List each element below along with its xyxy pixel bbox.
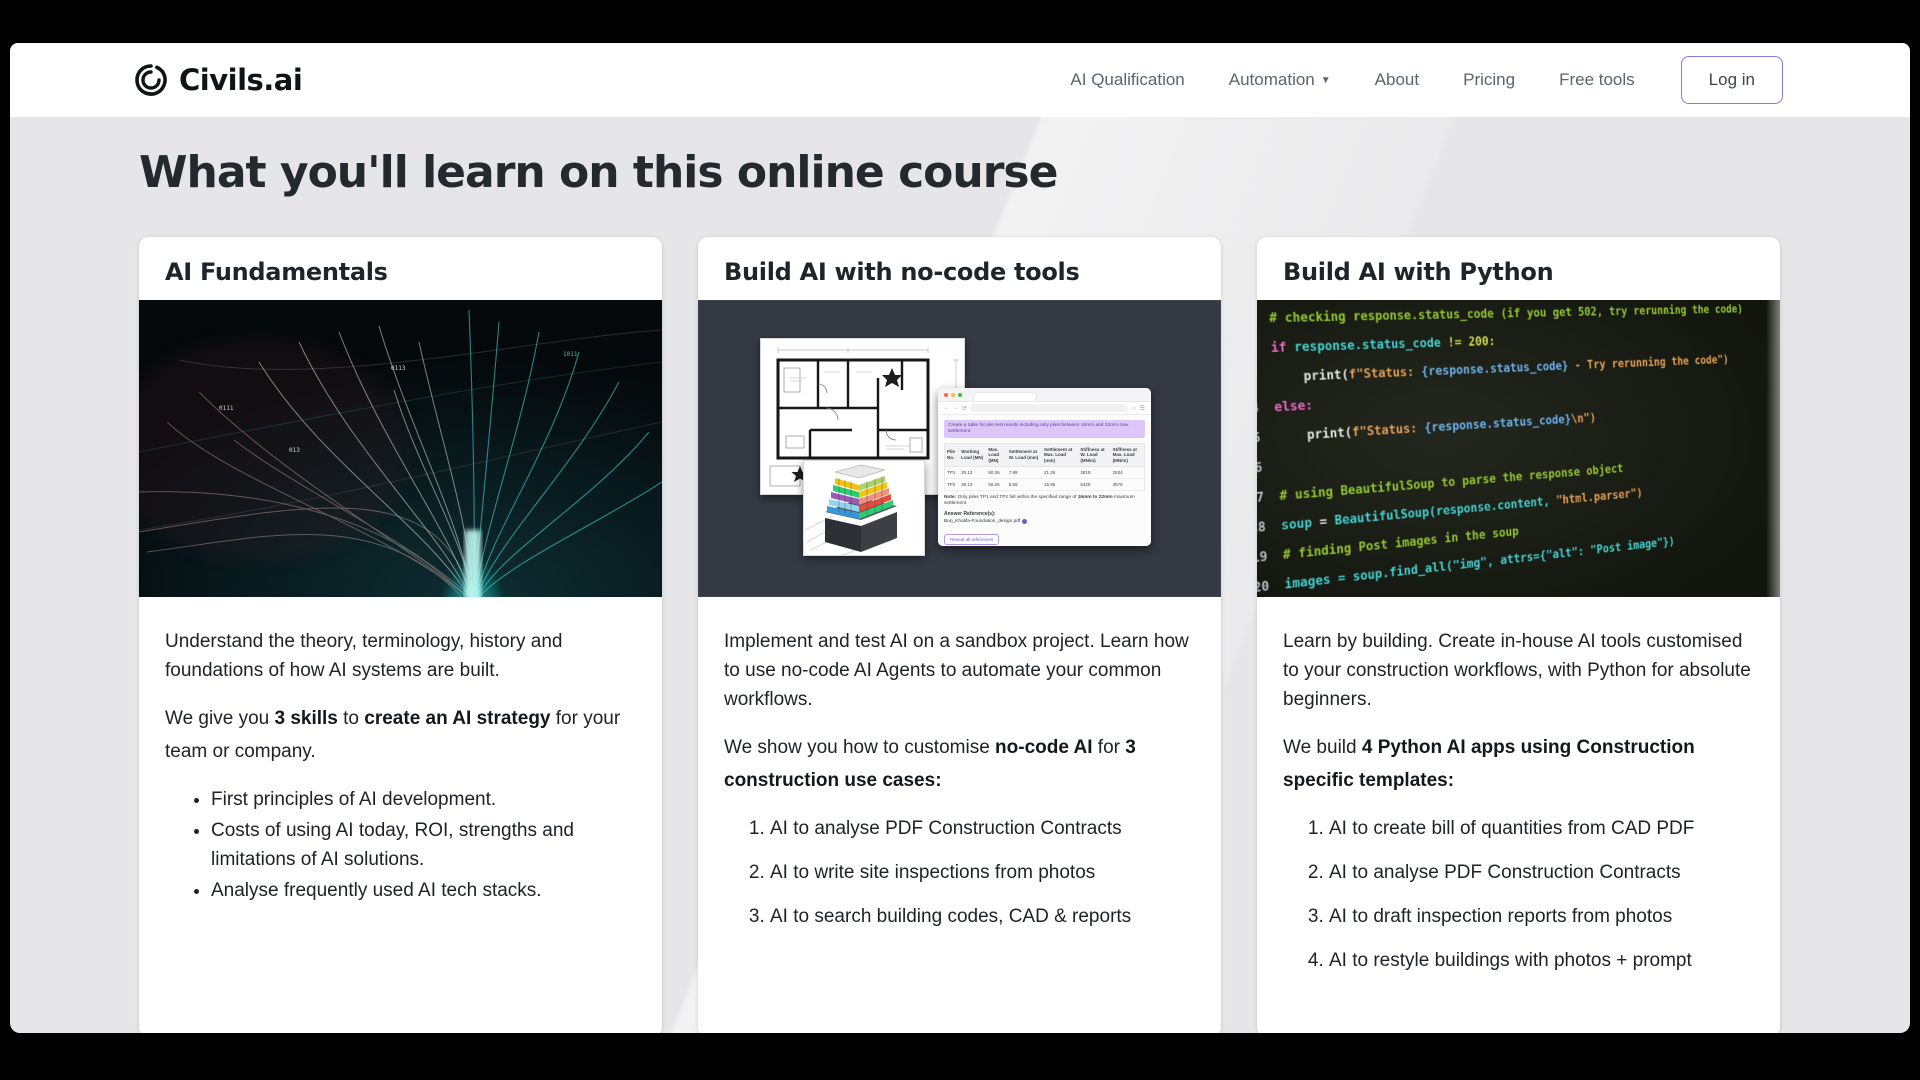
card-paragraph: Implement and test AI on a sandbox proje… xyxy=(724,627,1195,714)
brand-logo[interactable]: Civils.ai xyxy=(133,62,302,98)
back-icon: ← xyxy=(944,405,950,411)
svg-text:013: 013 xyxy=(289,447,300,454)
main-content: What you'll learn on this online course … xyxy=(10,143,1910,1033)
nav-item-free-tools[interactable]: Free tools xyxy=(1559,70,1635,90)
card-paragraph: We show you how to customise no-code AI … xyxy=(724,731,1195,797)
browser-viewport: Civils.ai AI Qualification Automation▼ A… xyxy=(10,43,1910,1033)
browser-tab xyxy=(973,392,1037,401)
ai-app-browser-mockup: ← → ⟳ ☆ ☰ Create a table for pile test r… xyxy=(938,388,1151,546)
card-ai-fundamentals: AI Fundamentals xyxy=(139,237,662,1033)
navbar: Civils.ai AI Qualification Automation▼ A… xyxy=(10,43,1910,117)
login-button[interactable]: Log in xyxy=(1681,56,1783,104)
minimize-window-icon xyxy=(951,393,955,397)
prompt-bar: Create a table for pile test results inc… xyxy=(944,420,1145,438)
list-item: AI to analyse PDF Construction Contracts xyxy=(770,814,1195,843)
card-paragraph: We build 4 Python AI apps using Construc… xyxy=(1283,731,1754,797)
card-title: Build AI with Python xyxy=(1283,258,1754,286)
list-item: AI to analyse PDF Construction Contracts xyxy=(1329,858,1754,887)
list-item: AI to create bill of quantities from CAD… xyxy=(1329,814,1754,843)
svg-text:0111: 0111 xyxy=(219,405,234,412)
svg-text:1011: 1011 xyxy=(563,351,578,358)
nav-item-about[interactable]: About xyxy=(1375,70,1419,90)
url-bar xyxy=(970,404,1128,412)
reference-file: Burj_Khalifa-Foundation_design.pdf xyxy=(944,519,1145,524)
course-cards: AI Fundamentals xyxy=(139,237,1910,1033)
use-cases-list: AI to analyse PDF Construction Contracts… xyxy=(724,814,1195,931)
list-item: AI to search building codes, CAD & repor… xyxy=(770,902,1195,931)
card-python: Build AI with Python 10nse = requests.ge… xyxy=(1257,237,1780,1033)
list-item: First principles of AI development. xyxy=(211,785,636,814)
chevron-down-icon: ▼ xyxy=(1321,75,1331,86)
page-title: What you'll learn on this online course xyxy=(139,143,1910,203)
brand-name: Civils.ai xyxy=(179,63,302,97)
nav-item-ai-qualification[interactable]: AI Qualification xyxy=(1070,70,1184,90)
answer-references-label: Answer Reference(s): xyxy=(944,511,1145,517)
menu-icon: ☰ xyxy=(1140,405,1145,412)
card-paragraph: Learn by building. Create in-house AI to… xyxy=(1283,627,1754,714)
no-code-collage-image: ← → ⟳ ☆ ☰ Create a table for pile test r… xyxy=(698,300,1221,597)
pile-results-table: Pile No. Working Load (MN) Max. Load (MN… xyxy=(944,443,1145,491)
python-code-image: 10nse = requests.get(url) # load from th… xyxy=(1257,300,1780,597)
card-title: Build AI with no-code tools xyxy=(724,258,1195,286)
bim-model-sheet xyxy=(803,460,925,556)
table-row: TP2 30.13 60.26 5.55 16.85 5429 3576 xyxy=(945,478,1145,490)
answer-note: Note: Only piles TP1 and TP2 fall within… xyxy=(944,495,1145,508)
maximize-window-icon xyxy=(958,393,962,397)
svg-text:0113: 0113 xyxy=(391,365,406,372)
card-paragraph: We give you 3 skills to create an AI str… xyxy=(165,702,636,768)
star-icon: ☆ xyxy=(1131,405,1136,412)
reveal-references-button: Reveal all references xyxy=(944,534,999,545)
forward-icon: → xyxy=(953,405,959,411)
list-item: AI to draft inspection reports from phot… xyxy=(1329,902,1754,931)
list-item: AI to restyle buildings with photos + pr… xyxy=(1329,946,1754,975)
card-no-code-tools: Build AI with no-code tools xyxy=(698,237,1221,1033)
ai-strands-image: 0111 0113 1011 013 xyxy=(139,300,662,597)
close-window-icon xyxy=(944,393,948,397)
list-item: AI to write site inspections from photos xyxy=(770,858,1195,887)
civils-swirl-icon xyxy=(133,62,169,98)
card-paragraph: Understand the theory, terminology, hist… xyxy=(165,627,636,685)
list-item: Costs of using AI today, ROI, strengths … xyxy=(211,816,636,874)
pdf-badge-icon xyxy=(1022,519,1027,524)
table-row: TP1 30.13 60.26 7.89 21.26 3819 2834 xyxy=(945,466,1145,478)
nav-links: AI Qualification Automation▼ About Prici… xyxy=(1070,70,1634,90)
skills-list: First principles of AI development. Cost… xyxy=(165,785,636,905)
list-item: Analyse frequently used AI tech stacks. xyxy=(211,876,636,905)
nav-item-pricing[interactable]: Pricing xyxy=(1463,70,1515,90)
card-title: AI Fundamentals xyxy=(165,258,636,286)
reload-icon: ⟳ xyxy=(962,405,967,412)
python-apps-list: AI to create bill of quantities from CAD… xyxy=(1283,814,1754,975)
nav-item-automation[interactable]: Automation▼ xyxy=(1229,70,1331,90)
